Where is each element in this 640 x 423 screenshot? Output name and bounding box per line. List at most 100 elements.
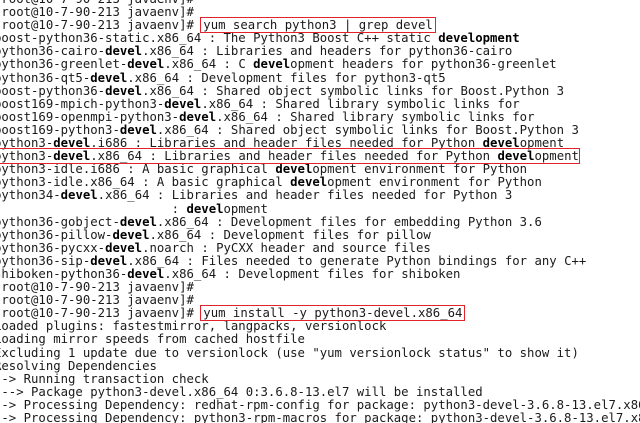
match-text: devel (90, 70, 128, 85)
match-text: devel (497, 149, 535, 164)
text-segment: boost-python36-static.x86_64 : The Pytho… (0, 31, 439, 46)
match-text: devel (60, 188, 98, 203)
text-segment: .x86_64 : Libraries and header files nee… (90, 149, 498, 164)
text-segment: .x86_64 : Files needed to generate Pytho… (127, 253, 587, 268)
text-segment: boost-python36- (0, 83, 106, 98)
match-text: devel (290, 175, 328, 190)
line-text: python36-qt5-devel.x86_64 : Development … (0, 71, 446, 85)
text-segment: python36-pillow- (0, 227, 113, 242)
highlighted-command: yum install -y python3-devel.x86_64 (200, 305, 466, 322)
text-segment: python3- (0, 149, 54, 164)
text-segment: Loaded plugins: fastestmirror, langpacks… (0, 319, 387, 334)
line-text: --> Processing Dependency: python3-rpm-m… (0, 411, 640, 423)
line-text: Loaded plugins: fastestmirror, langpacks… (0, 319, 386, 333)
text-segment: .x86_64 : C (164, 57, 254, 72)
match-text: devel (105, 240, 143, 255)
match-text: devel (253, 57, 291, 72)
text-segment: .x86_64 : Libraries and headers for pyth… (142, 44, 513, 59)
text-segment: boost169-python3- (0, 122, 120, 137)
line-text: boost-python36-static.x86_64 : The Pytho… (0, 31, 520, 45)
match-text: devel (179, 109, 217, 124)
text-segment: python36-qt5- (0, 70, 91, 85)
line-text: boost-python36-devel.x86_64 : Shared obj… (0, 84, 564, 98)
match-text: devel (164, 96, 202, 111)
line-text: python36-pillow-devel.x86_64 : Developme… (0, 228, 431, 242)
line-text: ---> Package python3-devel.x86_64 0:3.6.… (0, 385, 483, 399)
line-text: boost169-openmpi-python3-devel.x86_64 : … (0, 110, 534, 124)
line-text: Loading mirror speeds from cached hostfi… (0, 332, 305, 346)
match-text: devel (482, 136, 520, 151)
line-text: --> Running transaction check (0, 372, 209, 386)
text-segment: opment (519, 136, 565, 151)
match-text: development (438, 31, 520, 46)
match-text: devel (112, 227, 150, 242)
line-text: Excluding 1 update due to versionlock (u… (0, 346, 579, 360)
line-text: python36-pycxx-devel.noarch : PyCXX head… (0, 241, 431, 255)
text-segment: .x86_64 : Development files for python3-… (127, 70, 446, 85)
line-text: Resolving Dependencies (0, 359, 157, 373)
line-text: python3-devel.i686 : Libraries and heade… (0, 136, 564, 150)
match-text: devel (105, 83, 143, 98)
line-text: [root@10-7-90-213 javaenv]# (0, 280, 194, 294)
text-segment: ---> Package python3-devel.x86_64 0:3.6.… (0, 384, 483, 399)
line-text: python34-devel.x86_64 : Libraries and he… (0, 188, 512, 202)
match-text: devel (119, 214, 157, 229)
line-text: : development (0, 202, 268, 216)
text-segment: Excluding 1 update due to versionlock (u… (0, 345, 579, 360)
line-text: python36-sip-devel.x86_64 : Files needed… (0, 254, 586, 268)
text-segment: opment (223, 201, 268, 216)
text-segment: shiboken-python36- (0, 266, 128, 281)
match-text: devel (275, 162, 313, 177)
line-text: python36-cairo-devel.x86_64 : Libraries … (0, 44, 512, 58)
text-segment: [root@10-7-90-213 javaenv]# (0, 5, 194, 20)
text-segment: --> Running transaction check (0, 371, 209, 386)
text-segment: opment (534, 149, 579, 164)
text-segment: .x86_64 : Development files for embeddin… (156, 214, 542, 229)
text-segment: python36-gobject- (0, 214, 120, 229)
text-segment: .x86_64 : Libraries and header files nee… (97, 188, 513, 203)
text-segment: opment environment for Python (312, 162, 528, 177)
line-text: boost169-mpich-python3-devel.x86_64 : Sh… (0, 97, 520, 111)
text-segment: python36-sip- (0, 253, 91, 268)
text-segment: .x86_64 : Shared object symbolic links f… (142, 83, 565, 98)
text-segment: python3-idle.i686 : A basic graphical (0, 162, 276, 177)
text-segment: python36-cairo- (0, 44, 106, 59)
match-text: devel (119, 122, 157, 137)
shell-prompt: [root@10-7-90-213 javaenv]# (0, 306, 202, 321)
line-text: [root@10-7-90-213 javaenv]# (0, 5, 194, 19)
match-text: devel (127, 266, 165, 281)
match-text: devel (105, 44, 143, 59)
text-segment: : (0, 201, 187, 216)
text-segment: .x86_64 : Shared object symbolic links f… (156, 122, 579, 137)
line-text: python3-idle.x86_64 : A basic graphical … (0, 175, 542, 189)
text-segment: python3-idle.x86_64 : A basic graphical (0, 175, 291, 190)
match-text: devel (53, 149, 91, 164)
text-segment: Loading mirror speeds from cached hostfi… (0, 332, 305, 347)
text-segment: [root@10-7-90-213 javaenv]# (0, 280, 194, 295)
match-text: devel (53, 136, 91, 151)
line-text: boost169-python3-devel.x86_64 : Shared o… (0, 123, 579, 137)
match-text: devel (127, 57, 165, 72)
text-segment: boost169-mpich-python3- (0, 96, 165, 111)
text-segment: .x86_64 : Development files for shiboken (164, 266, 461, 281)
text-segment: python34- (0, 188, 61, 203)
match-text: devel (186, 201, 224, 216)
highlighted-command: yum search python3 | grep devel (200, 17, 436, 34)
text-segment: .x86_64 : Shared library symbolic links … (216, 109, 535, 124)
text-segment: opment headers for python36-greenlet (290, 57, 557, 72)
text-segment: .noarch : PyCXX header and source files (142, 240, 431, 255)
line-text: shiboken-python36-devel.x86_64 : Develop… (0, 267, 460, 281)
text-segment: python36-greenlet- (0, 57, 128, 72)
text-segment: python36-pycxx- (0, 240, 106, 255)
terminal-output: [root@10-7-90-213 javaenv]# [root@10-7-90… (0, 0, 640, 423)
line-text: python36-greenlet-devel.x86_64 : C devel… (0, 57, 557, 71)
output-line: --> Processing Dependency: python3-rpm-m… (0, 411, 640, 423)
line-text: python36-gobject-devel.x86_64 : Developm… (0, 215, 542, 229)
text-segment: boost169-openmpi-python3- (0, 109, 180, 124)
text-segment: --> Processing Dependency: python3-rpm-m… (0, 411, 640, 423)
text-segment: python3- (0, 136, 54, 151)
text-segment: .i686 : Libraries and header files neede… (90, 136, 483, 151)
line-text: python3-idle.i686 : A basic graphical de… (0, 162, 527, 176)
match-text: devel (90, 253, 128, 268)
line-text: python3-devel.x86_64 : Libraries and hea… (0, 148, 580, 165)
